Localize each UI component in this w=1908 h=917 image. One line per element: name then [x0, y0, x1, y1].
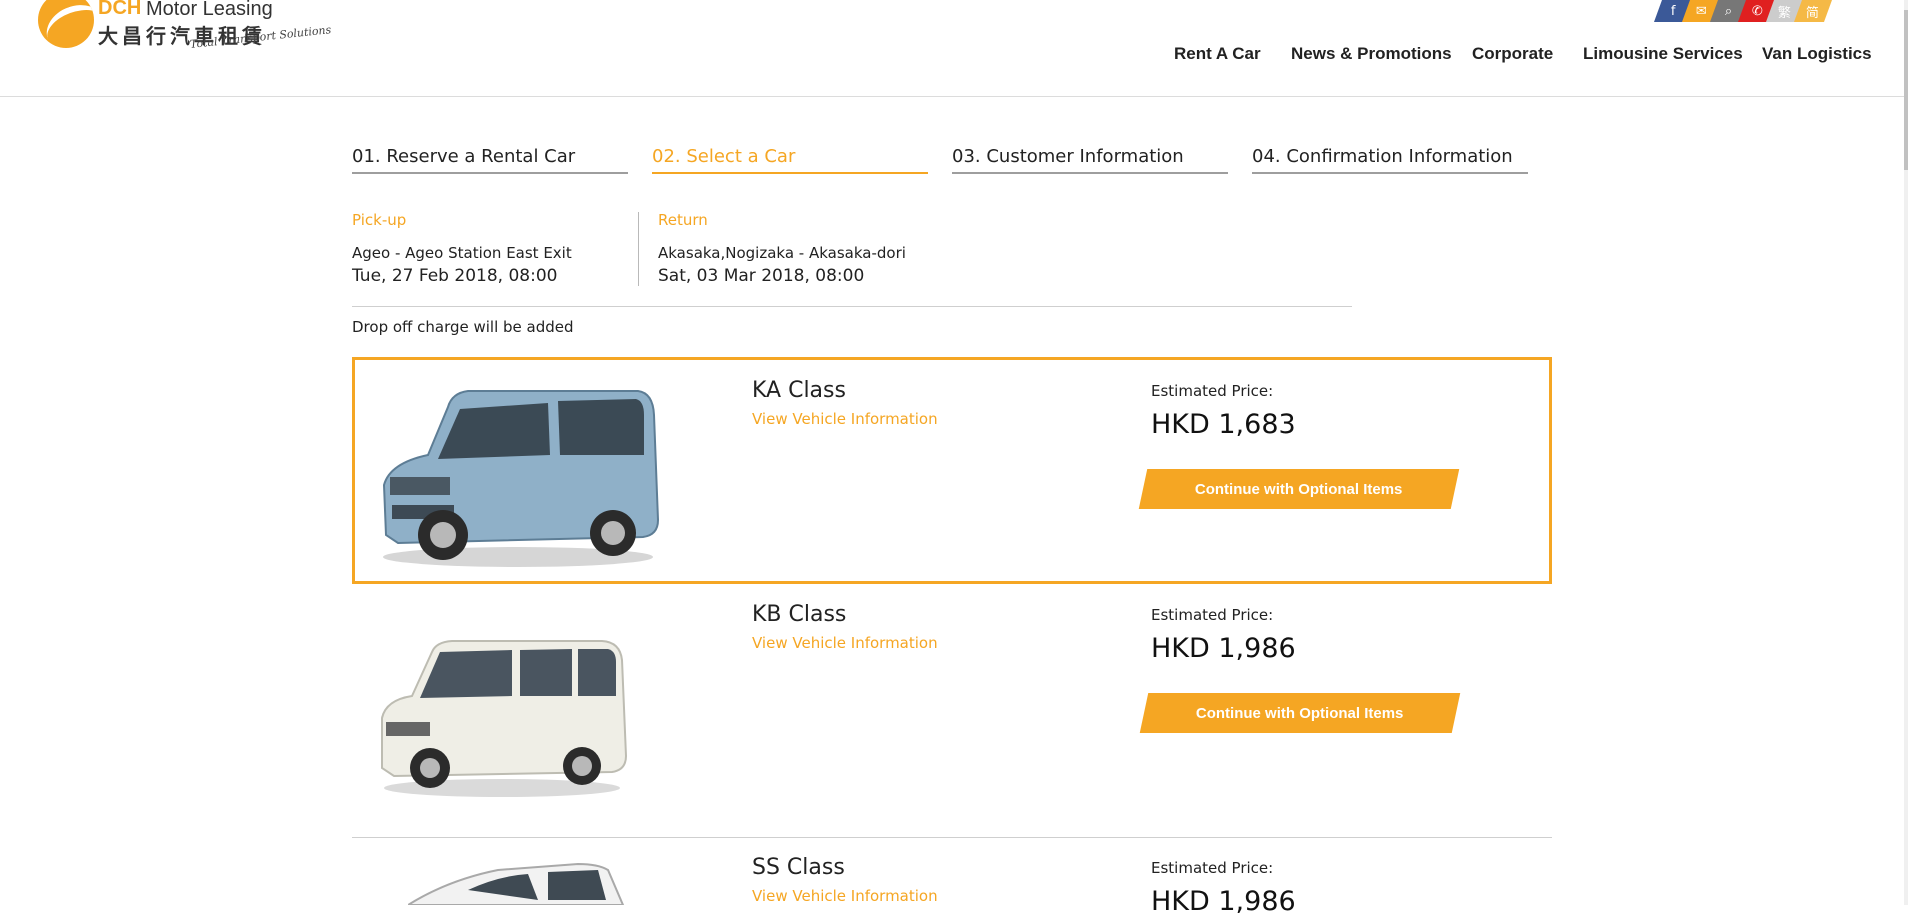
social-toolbar: f ✉ ⌕ ✆ 繁 简 [1653, 0, 1833, 22]
trip-divider-line [352, 306, 1352, 307]
price-label-ss: Estimated Price: [1151, 859, 1274, 877]
nav-news-promotions[interactable]: News & Promotions [1291, 44, 1452, 64]
return-datetime: Sat, 03 Mar 2018, 08:00 [658, 266, 865, 286]
continue-button-kb[interactable]: Continue with Optional Items [1139, 693, 1461, 733]
brand-name: Motor Leasing [146, 0, 273, 20]
view-vehicle-link-kb[interactable]: View Vehicle Information [752, 634, 938, 652]
view-vehicle-link-ka[interactable]: View Vehicle Information [752, 410, 938, 428]
return-location: Akasaka,Nogizaka - Akasaka-dori [658, 244, 906, 262]
car-image-kb [381, 640, 628, 797]
site-header: DCH Motor Leasing 大昌行汽車租賃 Total Transpor… [0, 0, 1908, 97]
pickup-datetime: Tue, 27 Feb 2018, 08:00 [352, 266, 558, 286]
nav-van-logistics[interactable]: Van Logistics [1762, 44, 1872, 64]
step-customer-info: 03. Customer Information [952, 146, 1228, 174]
trip-divider [638, 212, 639, 286]
simplified-chinese-button[interactable]: 简 [1793, 0, 1833, 22]
price-ss: HKD 1,986 [1151, 886, 1296, 917]
car-class-ka: KA Class [752, 378, 846, 403]
price-label-ka: Estimated Price: [1151, 382, 1274, 400]
car-class-ss: SS Class [752, 855, 845, 880]
continue-button-ka[interactable]: Continue with Optional Items [1138, 469, 1460, 509]
car-image-ka [382, 390, 660, 567]
main-nav: Rent A Car News & Promotions Corporate L… [0, 44, 1908, 68]
scrollbar-thumb[interactable] [1904, 10, 1908, 170]
nav-corporate[interactable]: Corporate [1472, 44, 1553, 64]
pickup-label: Pick-up [352, 211, 407, 229]
brand-short: DCH [98, 0, 142, 19]
logo-mark-icon [38, 0, 94, 48]
step-confirmation: 04. Confirmation Information [1252, 146, 1528, 174]
price-kb: HKD 1,986 [1151, 633, 1296, 664]
dropoff-charge-note: Drop off charge will be added [352, 318, 574, 336]
step-reserve[interactable]: 01. Reserve a Rental Car [352, 146, 628, 174]
row-divider [352, 837, 1552, 838]
view-vehicle-link-ss[interactable]: View Vehicle Information [752, 887, 938, 905]
nav-rent-a-car[interactable]: Rent A Car [1174, 44, 1261, 64]
page-scrollbar[interactable] [1904, 0, 1908, 905]
price-ka: HKD 1,683 [1151, 409, 1296, 440]
pickup-location: Ageo - Ageo Station East Exit [352, 244, 572, 262]
return-label: Return [658, 211, 708, 229]
price-label-kb: Estimated Price: [1151, 606, 1274, 624]
step-select-car: 02. Select a Car [652, 146, 928, 174]
car-class-kb: KB Class [752, 602, 847, 627]
nav-limousine-services[interactable]: Limousine Services [1583, 44, 1743, 64]
car-image-ss [408, 862, 625, 905]
